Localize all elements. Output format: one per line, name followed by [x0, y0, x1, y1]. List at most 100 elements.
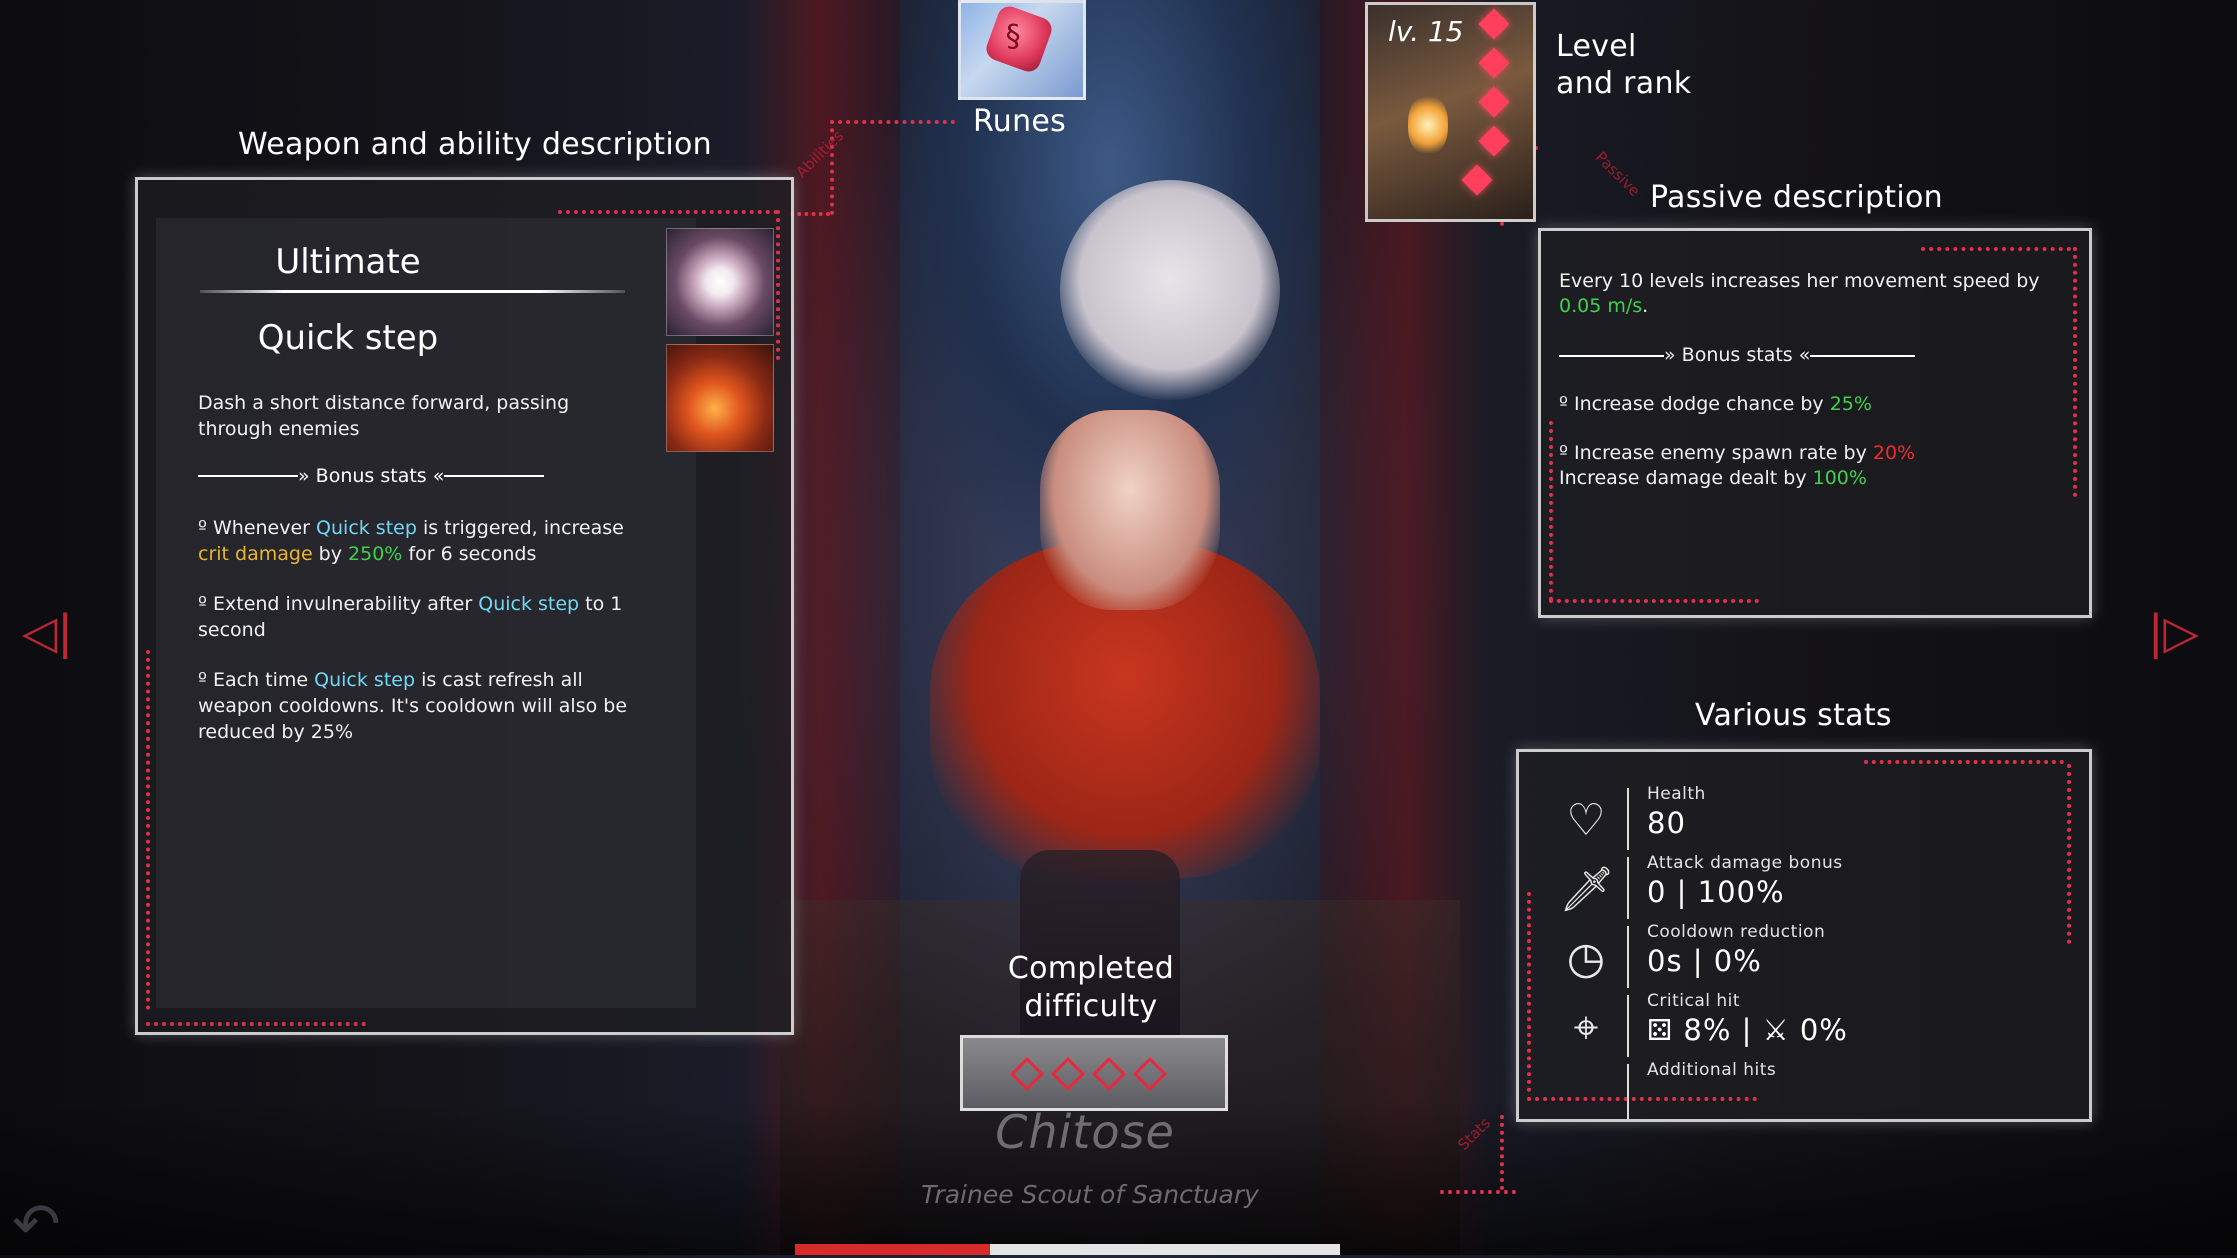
header-line-right	[444, 475, 545, 477]
passive-intro: Every 10 levels increases her movement s…	[1559, 269, 2069, 319]
sword-icon: 🗡	[1559, 864, 1615, 915]
panel-dotted-border	[1921, 247, 2071, 251]
highlighted-text: Quick step	[478, 593, 580, 615]
stat-row: ◷ Cooldown reduction 0s | 0%	[1559, 922, 2059, 992]
passive-bonus-label: Bonus stats	[1681, 344, 1793, 366]
level-text: lv. 15	[1388, 15, 1464, 48]
stat-value: 0 | 100%	[1647, 875, 1785, 909]
text-segment: Increase dodge chance by	[1574, 393, 1830, 415]
arrow-icon	[1559, 1070, 1613, 1119]
header-close-mark: «	[1792, 344, 1811, 366]
text-segment: Whenever	[213, 517, 317, 539]
crosshair-icon: ⌖	[1573, 1002, 1599, 1053]
text-segment: for 6 seconds	[402, 543, 537, 565]
stat-row: ⌖ Critical hit ⚄ 8% | ⚔ 0%	[1559, 991, 2059, 1061]
stat-separator	[1627, 788, 1629, 850]
previous-character-arrow-icon[interactable]: ◁|	[22, 605, 73, 659]
highlighted-text: 0.05 m/s	[1559, 295, 1643, 317]
passive-section-title: Passive description	[1650, 180, 1943, 215]
runes-label: Runes	[973, 104, 1067, 139]
text-segment: by	[312, 543, 349, 565]
difficulty-label-line1: Completed	[1007, 951, 1175, 986]
stats-section-title: Various stats	[1695, 698, 1892, 733]
header-line-right	[1810, 354, 1916, 357]
level-rank-label-line1: Level	[1556, 29, 1637, 64]
difficulty-diamond-icon	[1010, 1057, 1044, 1091]
bullet: º	[198, 517, 213, 539]
panel-dotted-border	[776, 210, 780, 360]
header-close-mark: «	[426, 465, 445, 487]
stat-row: Additional hits	[1559, 1060, 2059, 1119]
text-segment: .	[1642, 295, 1649, 317]
passive-panel: Every 10 levels increases her movement s…	[1538, 228, 2092, 618]
rank-star-icon	[1478, 86, 1510, 118]
back-arrow-icon[interactable]: ↶	[12, 1190, 61, 1258]
connector-line	[790, 212, 830, 216]
panel-dotted-border	[1527, 892, 1531, 1092]
text-segment: Increase damage dealt by	[1559, 467, 1813, 489]
highlighted-text: 100%	[1812, 467, 1867, 489]
connector-line	[1440, 1190, 1516, 1194]
fire-ability-icon[interactable]	[666, 344, 774, 452]
panel-dotted-border	[2067, 764, 2071, 944]
stat-label: Attack damage bonus	[1647, 853, 1843, 873]
bonus-stat-line: º Each time Quick step is cast refresh a…	[198, 667, 628, 745]
character-head	[1060, 180, 1280, 400]
panel-dotted-border	[2073, 247, 2077, 497]
stat-row: 🗡 Attack damage bonus 0 | 100%	[1559, 853, 2059, 923]
next-character-arrow-icon[interactable]: |▷	[2148, 605, 2199, 659]
rank-star-icon	[1478, 8, 1510, 40]
highlighted-text: 20%	[1872, 442, 1916, 464]
header-open-mark: »	[298, 465, 316, 487]
panel-dotted-border	[146, 650, 150, 1010]
lantern-image	[1408, 95, 1448, 155]
highlighted-text: Quick step	[314, 669, 416, 691]
level-rank-card: lv. 15	[1365, 2, 1536, 222]
level-rank-label: Level and rank	[1556, 28, 1691, 102]
clock-icon: ◷	[1566, 933, 1606, 984]
scroll-indicator-active	[795, 1244, 990, 1255]
difficulty-label: Completed difficulty	[960, 950, 1222, 1026]
runes-button[interactable]: §	[958, 0, 1086, 100]
rank-star-icon	[1461, 164, 1493, 196]
panel-dotted-border	[1549, 421, 1553, 601]
rank-star-icon	[1478, 47, 1510, 79]
stat-label: Critical hit	[1647, 991, 1741, 1011]
stat-separator	[1627, 857, 1629, 919]
connector-line	[830, 120, 955, 124]
stat-separator	[1627, 926, 1629, 988]
header-line-left	[198, 475, 298, 477]
stat-label: Health	[1647, 784, 1706, 804]
stat-value: 0s | 0%	[1647, 944, 1762, 978]
ability-category: Ultimate	[275, 242, 421, 282]
character-name: Chitose	[995, 1105, 1175, 1159]
panel-dotted-border	[1864, 760, 2064, 764]
stat-separator	[1627, 995, 1629, 1057]
character-title: Trainee Scout of Sanctuary	[921, 1180, 1259, 1209]
bonus-stats-label: Bonus stats	[315, 465, 427, 487]
stats-panel: ♡ Health 80 🗡 Attack damage bonus 0 | 100% ◷ Co…	[1516, 749, 2092, 1122]
stat-separator	[1627, 1064, 1629, 1119]
highlighted-text: Quick step	[316, 517, 417, 539]
passive-bonus-line: º Increase dodge chance by 25%	[1559, 392, 2069, 417]
passive-bonus-header: » Bonus stats «	[1559, 343, 2069, 368]
title-divider	[200, 290, 625, 293]
difficulty-indicator	[960, 1035, 1228, 1111]
passive-text: Every 10 levels increases her movement s…	[1559, 269, 2069, 515]
difficulty-diamond-icon	[1133, 1057, 1167, 1091]
character-body	[1040, 410, 1220, 610]
panel-dotted-border	[558, 210, 778, 214]
stat-value: 80	[1647, 806, 1686, 840]
ability-description: Dash a short distance forward, passing t…	[198, 392, 570, 440]
passive-bonus-list: º Increase dodge chance by 25% º Increase…	[1559, 392, 2069, 491]
text-segment: Increase enemy spawn rate by	[1574, 442, 1873, 464]
panel-dotted-border	[1549, 599, 1759, 603]
header-open-mark: »	[1664, 344, 1682, 366]
highlighted-text: 250%	[348, 543, 403, 565]
text-segment: Every 10 levels increases her movement s…	[1559, 270, 2040, 292]
header-line-left	[1559, 354, 1664, 357]
ultimate-ability-icon[interactable]	[666, 228, 774, 336]
stat-label: Cooldown reduction	[1647, 922, 1826, 942]
bonus-stats-header: » Bonus stats «	[198, 465, 545, 487]
difficulty-label-line2: difficulty	[1024, 989, 1158, 1024]
